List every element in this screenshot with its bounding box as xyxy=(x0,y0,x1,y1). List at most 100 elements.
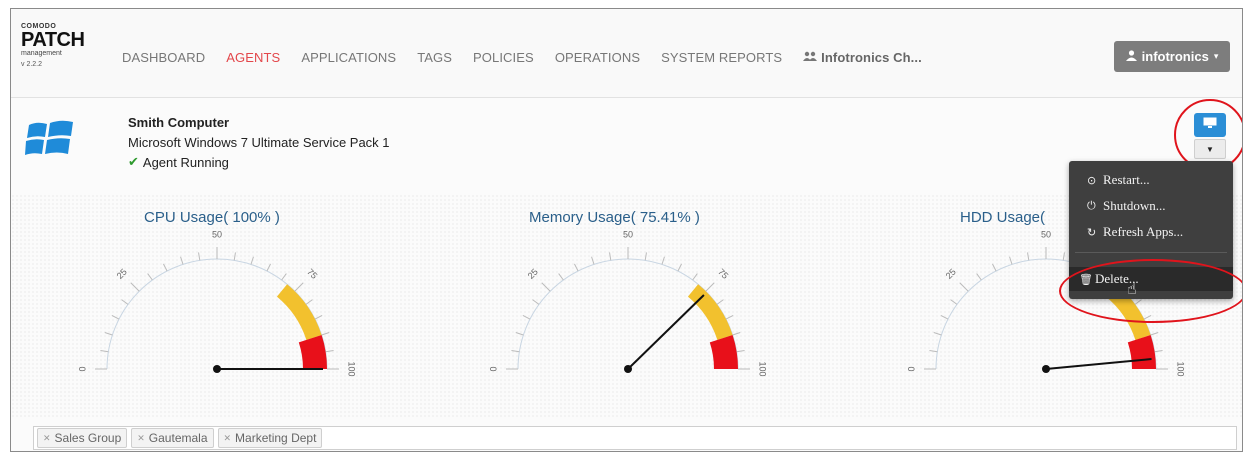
agent-status-label: Agent Running xyxy=(142,154,229,170)
gauge-tick-label: 0 xyxy=(77,366,87,371)
gauge-tick xyxy=(305,299,313,305)
gauge-tick-label: 25 xyxy=(944,267,958,281)
tag-label: Sales Group xyxy=(54,431,122,445)
gauge-tick xyxy=(325,350,334,353)
agent-actions-dropdown-toggle[interactable]: ▼ xyxy=(1194,139,1226,159)
gauge-tick-label: 75 xyxy=(716,267,730,281)
gauge-tick xyxy=(100,350,109,353)
nav-applications[interactable]: APPLICATIONS xyxy=(301,50,396,65)
nav-policies[interactable]: POLICIES xyxy=(473,50,534,65)
gauge-tick xyxy=(950,299,958,305)
menu-item-refresh-apps[interactable]: ↻ Refresh Apps... xyxy=(1069,220,1233,244)
gauge-tick xyxy=(314,314,323,320)
remove-tag-icon[interactable]: ✕ xyxy=(224,433,232,444)
gauge-tick xyxy=(1027,252,1030,261)
gauge-tick xyxy=(959,282,969,292)
gauge-tick xyxy=(532,299,540,305)
remove-tag-icon[interactable]: ✕ xyxy=(43,433,51,444)
gauge-tick xyxy=(716,299,724,305)
nav-operations[interactable]: OPERATIONS xyxy=(555,50,640,65)
gauge-tick xyxy=(1154,350,1163,353)
menu-item-shutdown-label: Shutdown... xyxy=(1103,198,1166,213)
check-icon: ✔ xyxy=(128,154,139,169)
gauge-tick xyxy=(644,252,647,261)
nav-group-link[interactable]: Infotronics Ch... xyxy=(803,50,922,65)
menu-item-shutdown[interactable]: ⏻ Shutdown... xyxy=(1069,194,1233,218)
trash-icon: 🗑 xyxy=(1079,272,1093,286)
gauge-tick xyxy=(522,314,531,320)
gauge-tick xyxy=(111,314,120,320)
gauge-tick xyxy=(705,282,715,292)
tag-chip: ✕ Marketing Dept xyxy=(217,428,323,448)
gauge-tick xyxy=(732,332,741,336)
gauge-tick xyxy=(692,273,698,281)
patch-management-logo[interactable]: COMODO PATCH management v 2.2.2 xyxy=(21,23,85,83)
user-menu-button[interactable]: infotronics ▾ xyxy=(1114,41,1230,72)
users-group-icon xyxy=(803,50,818,65)
agent-status: ✔ Agent Running xyxy=(128,154,229,170)
gauge-warning-band xyxy=(276,284,322,340)
gauge-tick xyxy=(1009,256,1013,265)
gauge-tick xyxy=(511,350,520,353)
caret-down-icon: ▾ xyxy=(1213,51,1219,61)
gauge-tick xyxy=(725,314,734,320)
menu-item-delete[interactable]: 🗑 Delete... xyxy=(1069,267,1233,291)
gauge-tick xyxy=(121,299,129,305)
gauge-tick xyxy=(233,252,236,261)
agent-actions-menu: ⊙ Restart... ⏻ Shutdown... ↻ Refresh App… xyxy=(1069,161,1233,299)
gauge-tick xyxy=(736,350,745,353)
monitor-icon xyxy=(1203,116,1217,134)
gauge-tick xyxy=(541,282,551,292)
gauge-tick-label: 25 xyxy=(115,267,129,281)
gauge-tick xyxy=(104,332,113,336)
hdd-gauge-title: HDD Usage( xyxy=(960,209,1046,226)
gauge-tick xyxy=(281,273,287,281)
gauge-tick xyxy=(321,332,330,336)
logo-version: v 2.2.2 xyxy=(21,61,43,68)
gauge-tick xyxy=(933,332,942,336)
gauge-tick xyxy=(147,273,153,281)
gauge-tick xyxy=(573,263,579,272)
gauge-tick xyxy=(515,332,524,336)
nav-system-reports[interactable]: SYSTEM REPORTS xyxy=(661,50,782,65)
agent-name: Smith Computer xyxy=(128,115,230,130)
gauge-tick xyxy=(1150,332,1159,336)
gauge-tick xyxy=(266,263,272,272)
gauge-tick xyxy=(677,263,683,272)
tag-label: Gautemala xyxy=(148,431,208,445)
hand-cursor-icon: ☝ xyxy=(1127,281,1137,298)
agent-os: Microsoft Windows 7 Ultimate Service Pac… xyxy=(128,135,390,150)
gauge-tick-label: 100 xyxy=(758,361,768,376)
logo-subtitle-line: management xyxy=(21,50,62,57)
refresh-icon: ↻ xyxy=(1087,225,1097,239)
windows-logo-icon xyxy=(25,117,75,161)
nav-tags[interactable]: TAGS xyxy=(417,50,452,65)
logo-product-line: PATCH xyxy=(21,29,85,51)
gauge-tick xyxy=(130,282,140,292)
gauge-tick xyxy=(609,252,612,261)
gauge-tick-label: 0 xyxy=(906,366,916,371)
nav-dashboard[interactable]: DASHBOARD xyxy=(122,50,205,65)
nav-agents[interactable]: AGENTS xyxy=(226,50,280,65)
gauge-tick xyxy=(1134,299,1142,305)
gauge-tick xyxy=(162,263,168,272)
group-name-label: Infotronics Ch... xyxy=(821,50,922,65)
gauge-tick-label: 50 xyxy=(623,229,633,239)
main-nav: DASHBOARD AGENTS APPLICATIONS TAGS POLIC… xyxy=(122,50,943,65)
gauge-tick-label: 50 xyxy=(1041,229,1051,239)
gauge-tick xyxy=(661,256,665,265)
restart-icon: ⊙ xyxy=(1087,173,1097,187)
remove-tag-icon[interactable]: ✕ xyxy=(137,433,145,444)
agent-summary: Smith Computer Microsoft Windows 7 Ultim… xyxy=(25,113,485,183)
menu-item-refresh-label: Refresh Apps... xyxy=(1103,224,1184,239)
gauge-tick-label: 100 xyxy=(1176,361,1186,376)
gauge-warning-band xyxy=(687,284,733,340)
gauge-needle-pivot xyxy=(1042,365,1050,373)
menu-item-restart[interactable]: ⊙ Restart... xyxy=(1069,168,1233,192)
gauge-tick xyxy=(250,256,254,265)
gauge-needle-pivot xyxy=(213,365,221,373)
menu-separator xyxy=(1075,252,1227,253)
gauge-tick xyxy=(591,256,595,265)
gauge-tick-label: 0 xyxy=(488,366,498,371)
remote-desktop-button[interactable] xyxy=(1194,113,1226,137)
